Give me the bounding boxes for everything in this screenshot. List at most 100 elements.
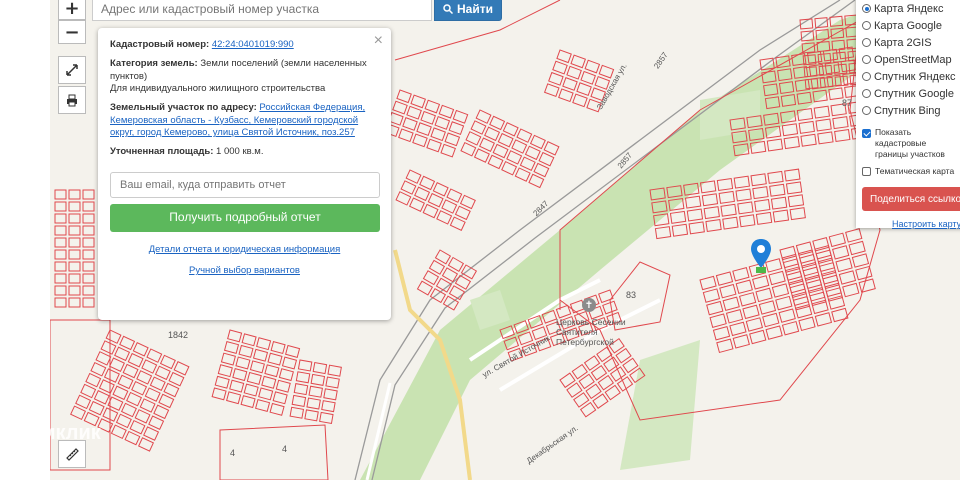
printer-icon [67, 94, 77, 107]
layer-option-yandex-sat[interactable]: Спутник Яндекс [862, 68, 960, 85]
lot [576, 82, 592, 97]
lot [114, 346, 131, 362]
ruler-button[interactable] [58, 440, 86, 468]
location-marker-icon[interactable] [750, 238, 772, 274]
lot [444, 132, 461, 147]
layer-option-google[interactable]: Карта Google [862, 17, 960, 34]
lot [68, 297, 81, 308]
cadastral-number-link[interactable]: 42:24:0401019:990 [212, 39, 294, 50]
email-field[interactable] [110, 171, 380, 198]
lot [327, 364, 342, 377]
lot [492, 143, 509, 159]
lot [54, 285, 67, 296]
radio-selected-icon[interactable] [862, 4, 871, 13]
search-button[interactable]: Найти [434, 0, 502, 21]
lot [706, 300, 724, 316]
lot [115, 413, 132, 429]
lot [572, 93, 588, 108]
lot [405, 169, 422, 184]
lot [845, 228, 863, 243]
lot [671, 223, 689, 237]
lot [438, 104, 455, 119]
layer-option-bing-sat[interactable]: Спутник Bing [862, 102, 960, 119]
map-settings-link[interactable]: Настроить карту [862, 219, 960, 229]
lot [528, 173, 545, 189]
lot [217, 364, 233, 378]
lot [570, 54, 587, 69]
close-icon[interactable]: × [374, 31, 383, 52]
lot [584, 59, 601, 74]
lot [229, 379, 245, 393]
lot [54, 261, 67, 272]
thematic-map-toggle[interactable]: Тематическая карта [862, 166, 960, 177]
lot [68, 225, 81, 236]
lot [459, 194, 476, 210]
lot [489, 115, 506, 131]
layer-option-google-sat[interactable]: Спутник Google [862, 85, 960, 102]
report-details-link[interactable]: Детали отчета и юридическая информация [149, 244, 341, 255]
lot [412, 133, 428, 148]
lot [82, 225, 95, 236]
lot [715, 271, 734, 286]
label-plot-87: 87 [842, 98, 853, 108]
lot [54, 225, 67, 236]
radio-icon[interactable] [862, 55, 871, 64]
lot [712, 325, 731, 341]
lot [134, 409, 151, 424]
radio-icon[interactable] [862, 89, 871, 98]
lot [138, 437, 155, 452]
fullscreen-button[interactable] [58, 56, 86, 84]
lot [235, 356, 251, 370]
lot [497, 132, 514, 148]
radio-icon[interactable] [862, 106, 871, 115]
label-plot-4a: 4 [230, 448, 236, 458]
lot [758, 300, 777, 315]
show-cadastre-label: Показать кадастровые границы участков [875, 127, 945, 160]
lot [124, 430, 141, 446]
lot [82, 285, 95, 296]
lot [54, 189, 67, 200]
lot [448, 121, 465, 135]
share-link-button[interactable]: Поделиться ссылкой [862, 187, 960, 212]
print-button[interactable] [58, 86, 86, 114]
church-icon[interactable]: ✝ [582, 298, 596, 312]
lot [789, 207, 806, 221]
lot [68, 237, 81, 248]
lot-block [416, 249, 478, 311]
zoom-in-button[interactable]: + [58, 0, 86, 20]
lot [732, 334, 750, 349]
search-input[interactable] [92, 0, 432, 21]
lot [110, 424, 127, 440]
lot [82, 249, 95, 260]
get-report-button[interactable]: Получить подробный отчет [110, 203, 380, 232]
layer-option-2gis[interactable]: Карта 2GIS [862, 34, 960, 51]
manual-selection-link[interactable]: Ручной выбор вариантов [189, 265, 300, 276]
lot [441, 199, 458, 214]
lot [144, 387, 161, 402]
checkbox-checked-icon[interactable] [862, 129, 871, 138]
lot [223, 340, 240, 355]
radio-icon[interactable] [862, 38, 871, 47]
lot [767, 170, 784, 184]
lot [82, 273, 95, 284]
layer-option-yandex[interactable]: Карта Яндекс [862, 0, 960, 17]
lot [414, 186, 431, 202]
radio-icon[interactable] [862, 72, 871, 81]
lot [487, 154, 504, 170]
show-cadastre-toggle[interactable]: Показать кадастровые границы участков [862, 127, 960, 160]
zoom-out-button[interactable]: − [58, 20, 86, 44]
radio-icon[interactable] [862, 21, 871, 30]
lot [580, 70, 597, 85]
lot [270, 341, 286, 355]
lot [737, 201, 754, 215]
lot [117, 374, 134, 390]
lot [323, 388, 338, 401]
label-plot-83: 83 [626, 290, 637, 300]
checkbox-icon[interactable] [862, 167, 871, 177]
layer-option-osm[interactable]: OpenStreetMap [862, 51, 960, 68]
search-icon [443, 4, 453, 14]
lot [745, 317, 764, 332]
lot [729, 321, 747, 337]
lot [139, 398, 156, 413]
lot [261, 375, 277, 389]
